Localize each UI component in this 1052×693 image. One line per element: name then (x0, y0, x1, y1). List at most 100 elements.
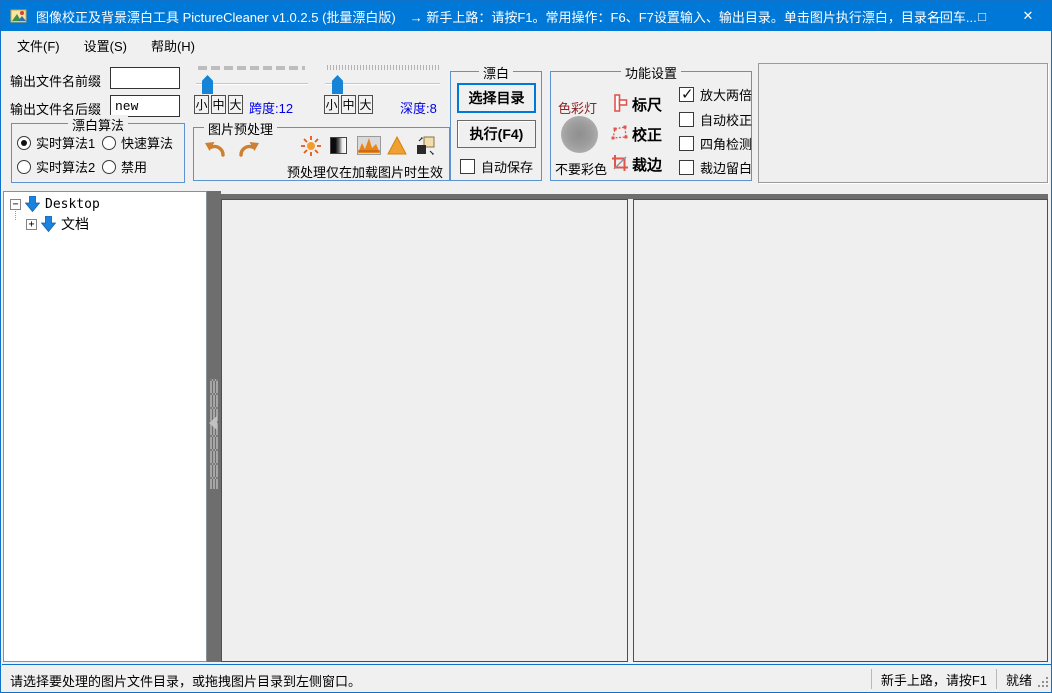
tree-item-documents[interactable]: + 文档 (26, 214, 89, 234)
auto-correct-checkbox[interactable]: 自动校正 (679, 110, 752, 129)
no-color-label: 不要彩色 (555, 159, 607, 178)
autosave-checkbox[interactable]: 自动保存 (460, 157, 533, 176)
span-small-button[interactable]: 小 (194, 95, 209, 114)
select-directory-button[interactable]: 选择目录 (457, 83, 536, 113)
tool-label: 标尺 (632, 94, 662, 115)
whiten-group-title: 漂白 (479, 63, 513, 82)
execute-button[interactable]: 执行(F4) (457, 120, 536, 148)
checkbox-box (679, 112, 694, 127)
status-divider (871, 669, 872, 689)
radio-disable[interactable]: 禁用 (102, 157, 147, 176)
crop-icon (611, 154, 629, 175)
preprocess-group: 图片预处理 (193, 127, 450, 181)
close-button[interactable]: ✕ (1005, 1, 1051, 31)
radio-label: 实时算法2 (36, 157, 95, 176)
status-hint: 新手上路，请按F1 (881, 670, 987, 689)
brightness-icon[interactable] (300, 136, 322, 156)
title-bar[interactable]: 图像校正及背景漂白工具 PictureCleaner v1.0.2.5 (批量漂… (1, 1, 1051, 31)
radio-fast[interactable]: 快速算法 (102, 133, 173, 152)
folder-arrow-icon (41, 216, 56, 232)
prefix-input[interactable] (110, 67, 180, 89)
menu-bar: 文件(F) 设置(S) 帮助(H) (2, 31, 1052, 59)
app-window: 图像校正及背景漂白工具 PictureCleaner v1.0.2.5 (批量漂… (0, 0, 1052, 693)
ruler-icon (611, 94, 629, 115)
status-bar: 请选择要处理的图片文件目录，或拖拽图片目录到左侧窗口。 新手上路，请按F1 就绪 (2, 664, 1052, 693)
tree-item-desktop[interactable]: − Desktop (10, 196, 100, 212)
control-panel: 输出文件名前缀 输出文件名后缀 漂白算法 实时算法1 快速算法 实时算法2 禁用 (2, 59, 1052, 191)
span-medium-button[interactable]: 中 (211, 95, 226, 114)
color-light-label: 色彩灯 (558, 98, 597, 117)
status-state: 就绪 (1006, 670, 1032, 689)
features-group-title: 功能设置 (621, 63, 681, 82)
whiten-group: 漂白 选择目录 执行(F4) 自动保存 (450, 71, 542, 181)
result-image-panel[interactable] (633, 199, 1048, 662)
correct-icon (611, 124, 629, 145)
radio-circle (17, 136, 31, 150)
span-slider-thumb[interactable] (202, 75, 213, 94)
invert-icon[interactable] (415, 136, 437, 156)
color-light-indicator[interactable] (561, 116, 598, 153)
radio-label: 实时算法1 (36, 133, 95, 152)
main-area: − Desktop + 文档 (2, 191, 1052, 664)
depth-value-label: 深度:8 (400, 98, 437, 117)
menu-settings[interactable]: 设置(S) (82, 33, 129, 58)
window-title-hint: → 新手上路：请按F1。常用操作：F6、F7设置输入、输出目录。单击图片执行漂白… (410, 7, 977, 26)
features-group: 功能设置 色彩灯 不要彩色 标尺 (550, 71, 752, 181)
expand-icon[interactable]: + (26, 219, 37, 230)
span-large-button[interactable]: 大 (228, 95, 243, 114)
vertical-splitter[interactable] (207, 191, 221, 662)
suffix-input[interactable] (110, 95, 180, 117)
window-title: 图像校正及背景漂白工具 PictureCleaner v1.0.2.5 (批量漂… (36, 7, 396, 26)
crop-margin-checkbox[interactable]: 裁边留白 (679, 158, 752, 177)
menu-help[interactable]: 帮助(H) (149, 33, 197, 58)
tool-label: 校正 (632, 124, 662, 145)
checkbox-label: 四角检测 (700, 134, 752, 153)
radio-circle (102, 136, 116, 150)
collapse-icon[interactable]: − (10, 199, 21, 210)
algorithm-group-title: 漂白算法 (68, 115, 128, 134)
correct-tool-button[interactable]: 校正 (611, 124, 662, 145)
corner-detect-checkbox[interactable]: 四角检测 (679, 134, 752, 153)
gamma-icon[interactable] (386, 136, 408, 156)
prefix-label: 输出文件名前缀 (10, 71, 101, 90)
tree-label: Desktop (45, 197, 100, 212)
radio-realtime1[interactable]: 实时算法1 (17, 133, 95, 152)
histogram-icon[interactable] (357, 136, 379, 156)
folder-arrow-icon (25, 196, 40, 212)
span-slider-ticks (198, 66, 305, 70)
checkbox-label: 裁边留白 (700, 158, 752, 177)
undo-icon[interactable] (204, 140, 226, 160)
preview-panel (758, 63, 1048, 183)
preprocess-group-title: 图片预处理 (204, 119, 277, 138)
status-divider (996, 669, 997, 689)
resize-grip[interactable] (1037, 677, 1049, 689)
minimize-button[interactable]: — (913, 1, 959, 31)
tool-label: 裁边 (632, 154, 662, 175)
splitter-collapse-icon[interactable] (209, 416, 217, 430)
redo-icon[interactable] (238, 140, 260, 160)
radio-circle (102, 160, 116, 174)
checkbox-box (679, 136, 694, 151)
source-image-panel[interactable] (221, 199, 628, 662)
radio-realtime2[interactable]: 实时算法2 (17, 157, 95, 176)
depth-medium-button[interactable]: 中 (341, 95, 356, 114)
maximize-button[interactable]: □ (959, 1, 1005, 31)
depth-small-button[interactable]: 小 (324, 95, 339, 114)
depth-slider-thumb[interactable] (332, 75, 343, 94)
zoom-double-checkbox[interactable]: 放大两倍 (679, 85, 752, 104)
splitter-grip (210, 379, 218, 489)
checkbox-box (679, 160, 694, 175)
directory-tree-panel[interactable]: − Desktop + 文档 (3, 191, 207, 662)
radio-label: 快速算法 (121, 133, 173, 152)
preprocess-note: 预处理仅在加载图片时生效 (287, 162, 443, 181)
crop-tool-button[interactable]: 裁边 (611, 154, 662, 175)
tree-label: 文档 (61, 214, 89, 234)
menu-file[interactable]: 文件(F) (15, 33, 62, 58)
ruler-tool-button[interactable]: 标尺 (611, 94, 662, 115)
depth-large-button[interactable]: 大 (358, 95, 373, 114)
checkbox-label: 自动保存 (481, 157, 533, 176)
checkbox-box (460, 159, 475, 174)
contrast-icon[interactable] (330, 137, 347, 154)
checkbox-label: 自动校正 (700, 110, 752, 129)
radio-label: 禁用 (121, 157, 147, 176)
